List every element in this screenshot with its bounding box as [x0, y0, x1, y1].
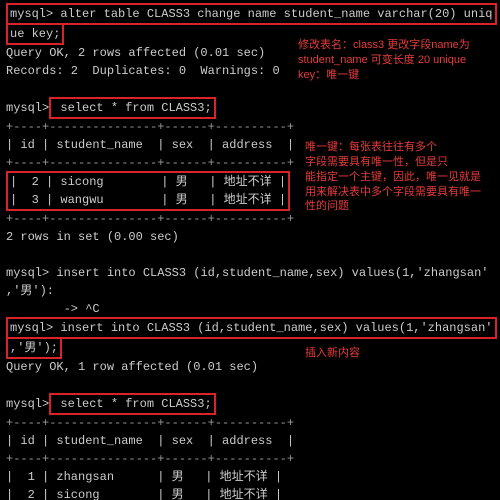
- ctrl-c: -> ^C: [6, 300, 494, 318]
- sql-select-1: mysql> select * from CLASS3;: [6, 98, 494, 118]
- table-rows-boxed: | 2 | sicong | 男 | 地址不详 | | 3 | wangwu |…: [6, 171, 290, 211]
- sql-insert-bad: mysql> insert into CLASS3 (id,student_na…: [6, 264, 494, 282]
- table-border: +----+---------------+------+----------+: [6, 118, 494, 136]
- terminal-output: mysql> alter table CLASS3 change name st…: [0, 0, 500, 500]
- sql-insert: mysql> insert into CLASS3 (id,student_na…: [6, 318, 494, 338]
- annotation-unique-key: 唯一键：每张表往往有多个字段需要具有唯一性，但是只能指定一个主键，因此，唯一见就…: [305, 140, 495, 214]
- table-header: | id | student_name | sex | address |: [6, 432, 494, 450]
- rows-in-set: 2 rows in set (0.00 sec): [6, 228, 494, 246]
- query-ok: Query OK, 1 row affected (0.01 sec): [6, 358, 494, 376]
- annotation-alter: 修改表名：class3 更改字段name为student_name 可变长度 2…: [298, 38, 498, 83]
- table-row: | 2 | sicong | 男 | 地址不详 |: [10, 173, 286, 191]
- table-row: | 2 | sicong | 男 | 地址不详 |: [6, 486, 494, 500]
- annotation-insert: 插入新内容: [305, 346, 360, 361]
- prompt: mysql>: [10, 7, 53, 21]
- sql-select-2: mysql> select * from CLASS3;: [6, 394, 494, 414]
- sql-alter-line: mysql> alter table CLASS3 change name st…: [6, 4, 494, 24]
- table-row: | 1 | zhangsan | 男 | 地址不详 |: [6, 468, 494, 486]
- table-row: | 3 | wangwu | 男 | 地址不详 |: [10, 191, 286, 209]
